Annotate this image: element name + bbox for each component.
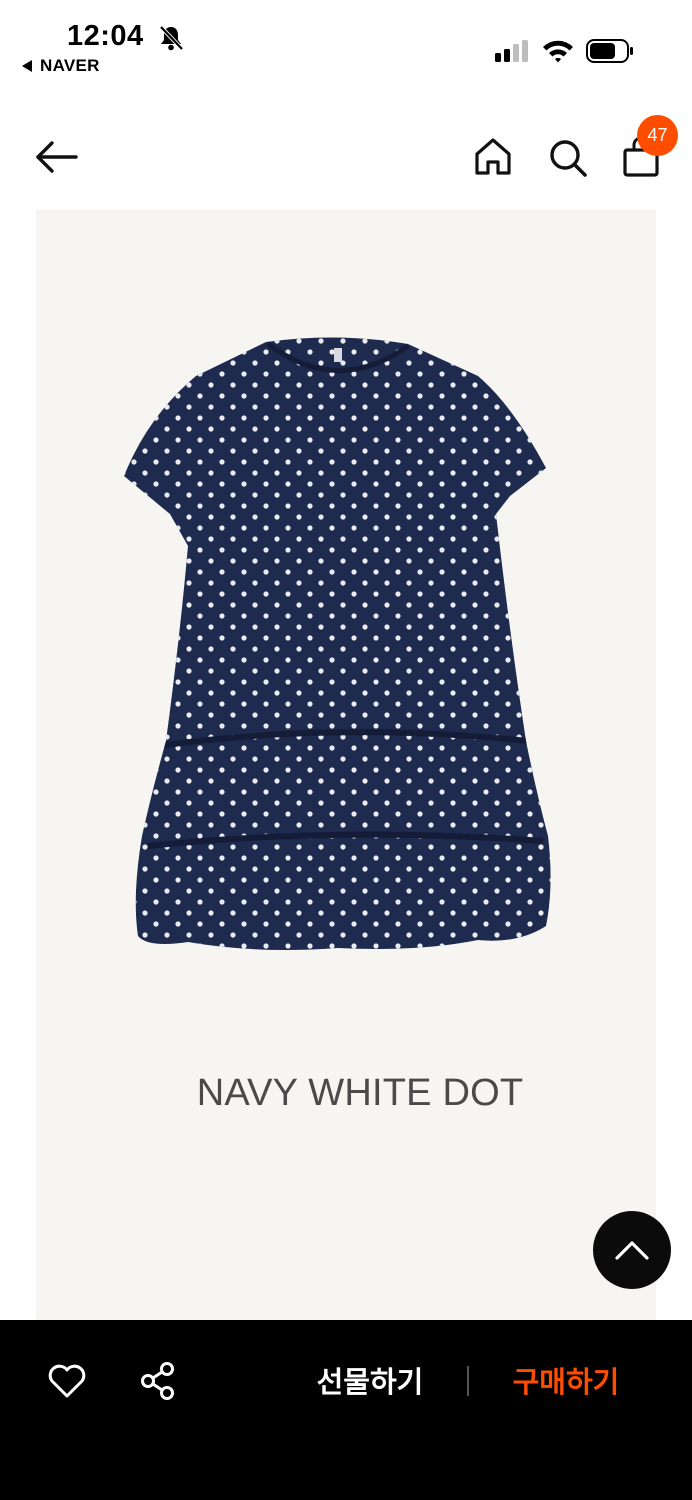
navy-polka-dot-dress-image [124, 337, 551, 951]
cellular-signal-icon [495, 40, 528, 62]
heart-icon[interactable] [46, 1360, 88, 1402]
product-image[interactable]: NAVY WHITE DOT [36, 210, 656, 1320]
back-to-app-link[interactable]: NAVER [22, 56, 100, 76]
arrow-left-icon[interactable] [30, 134, 82, 180]
buy-button[interactable]: 구매하기 [496, 1360, 636, 1404]
search-icon[interactable] [546, 134, 590, 180]
home-icon[interactable] [472, 134, 514, 180]
battery-icon [586, 39, 633, 63]
back-triangle-icon [22, 60, 32, 72]
status-time: 12:04 [67, 20, 144, 52]
button-divider [467, 1366, 469, 1396]
cart-count-badge: 47 [637, 115, 678, 156]
bottom-action-bar: 선물하기 구매하기 [0, 1320, 692, 1500]
share-icon[interactable] [138, 1360, 178, 1402]
top-navigation [0, 100, 692, 210]
color-caption: NAVY WHITE DOT [196, 1072, 524, 1114]
status-bar: 12:04 NAVER [0, 0, 692, 90]
gift-button[interactable]: 선물하기 [300, 1360, 440, 1404]
scroll-to-top-button[interactable] [593, 1211, 671, 1289]
back-app-label: NAVER [40, 56, 100, 75]
chevron-up-icon [615, 1241, 649, 1260]
wifi-icon [543, 40, 573, 63]
bell-slash-icon [159, 25, 184, 51]
